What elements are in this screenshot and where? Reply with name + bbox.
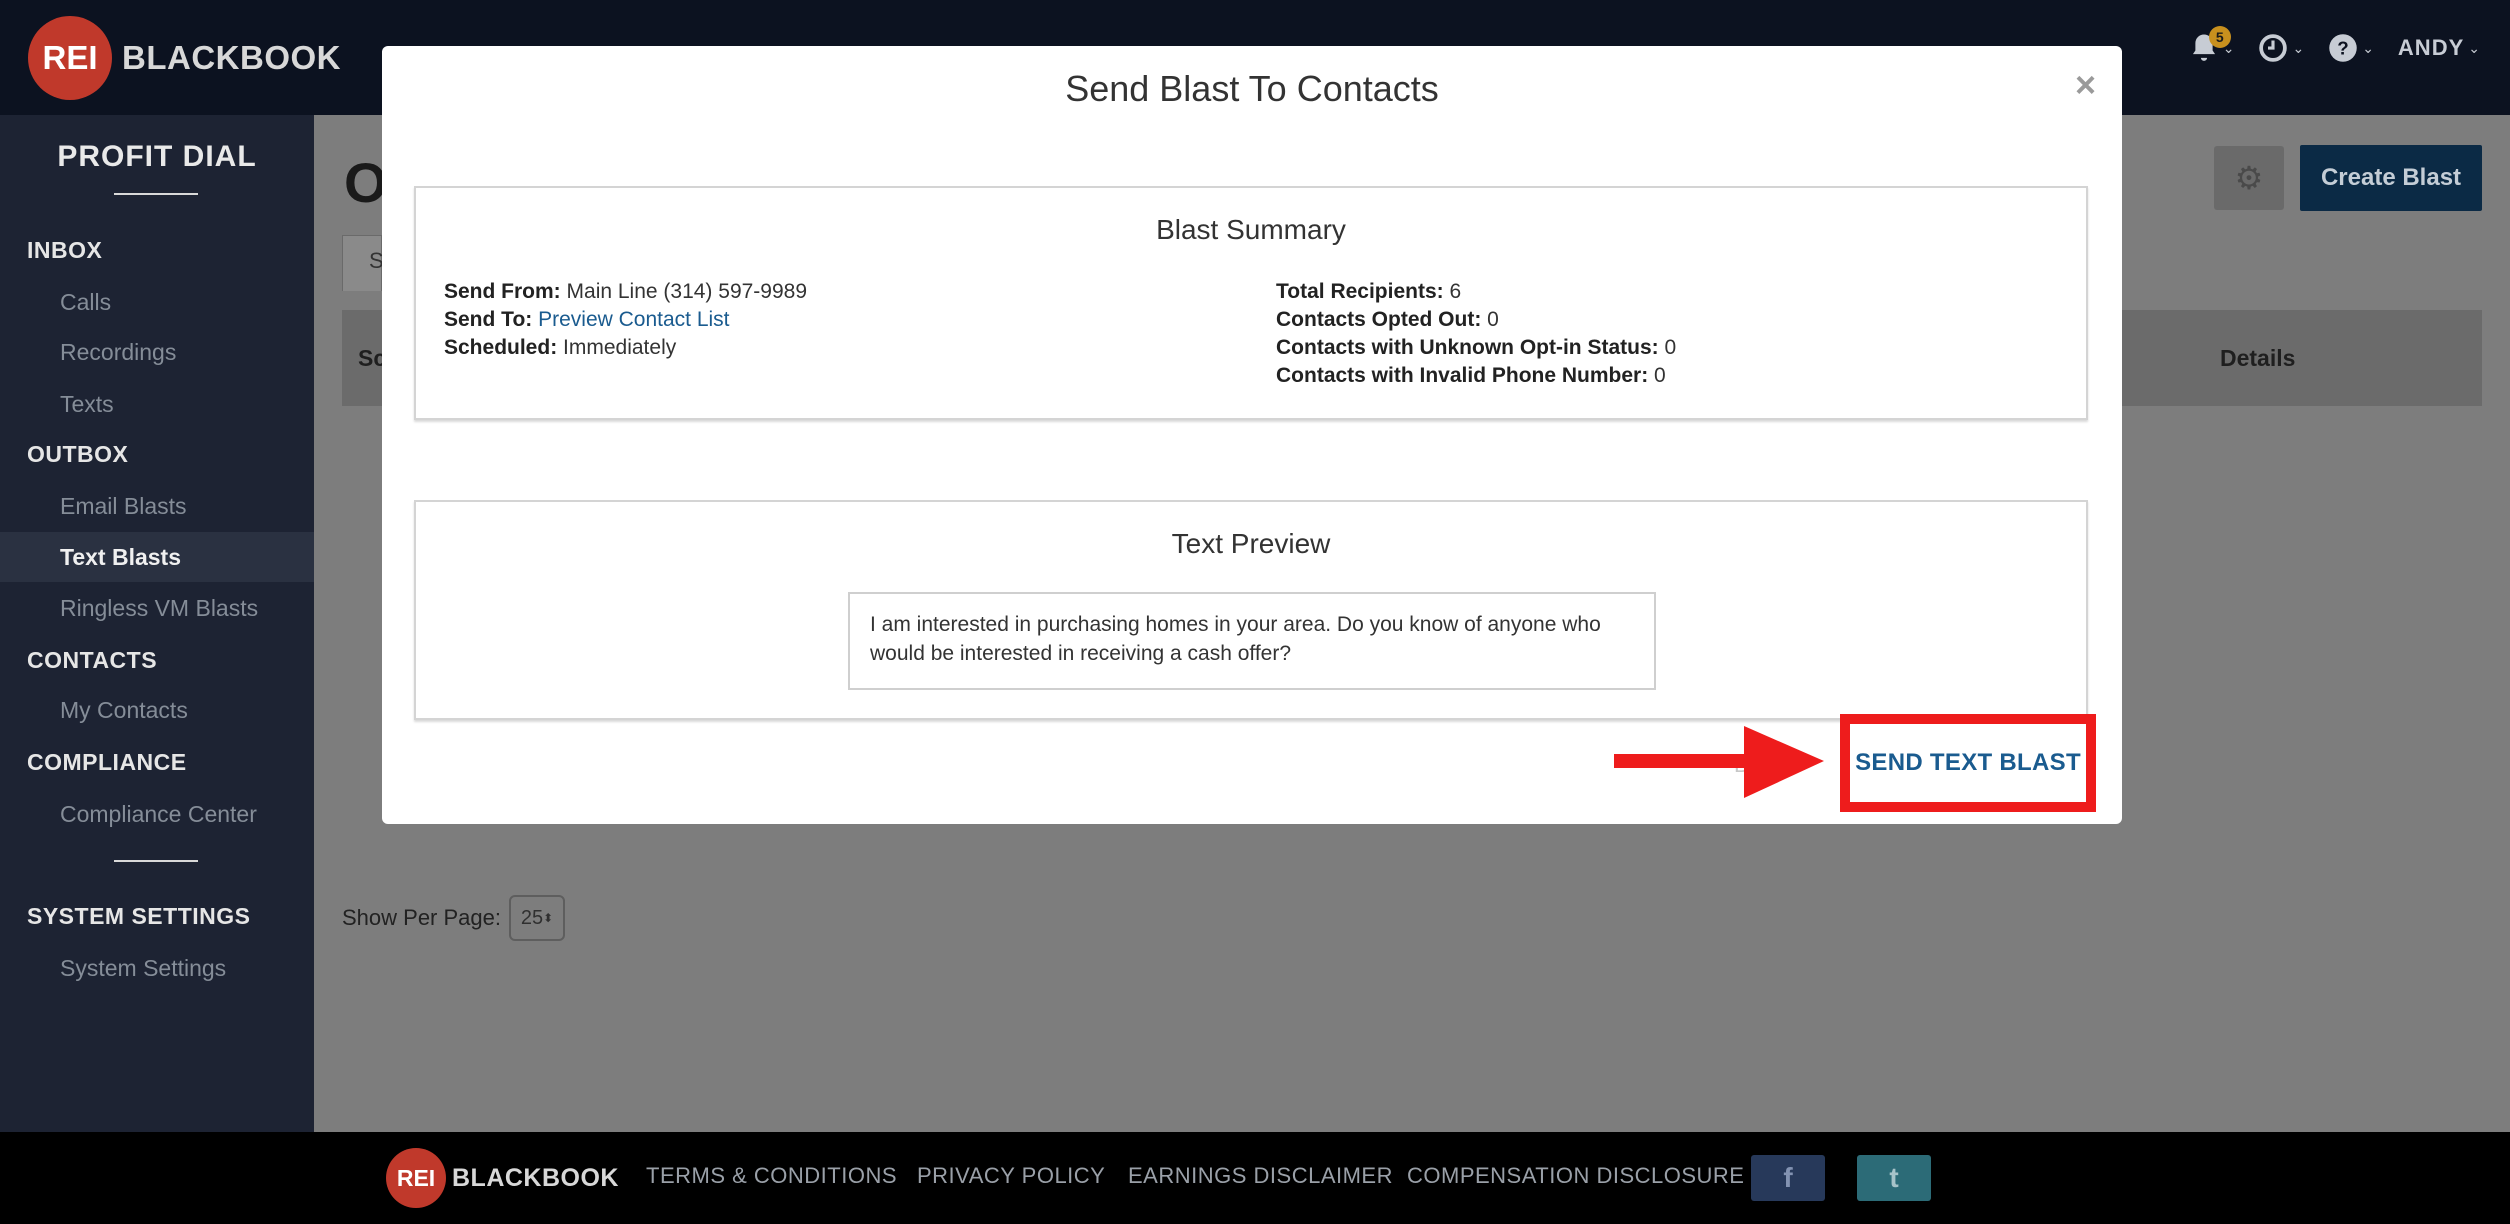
blast-summary-panel: Blast Summary Send From: Main Line (314)…: [414, 186, 2088, 420]
text-preview-message: I am interested in purchasing homes in y…: [848, 592, 1656, 690]
tab-scheduled[interactable]: S: [342, 235, 384, 291]
sidebar-title: PROFIT DIAL: [57, 140, 257, 173]
help-button[interactable]: ? ⌄: [2328, 33, 2374, 63]
facebook-button[interactable]: f: [1751, 1155, 1825, 1201]
notification-count-badge: 5: [2208, 26, 2231, 48]
invalid-phone-row: Contacts with Invalid Phone Number: 0: [1276, 362, 1676, 390]
send-to-label: Send To:: [444, 308, 533, 331]
sort-arrows-icon: ⬍: [543, 911, 554, 925]
sidebar-section-inbox: INBOX: [27, 237, 103, 263]
chevron-down-icon: ⌄: [2468, 39, 2480, 56]
opted-out-row: Contacts Opted Out: 0: [1276, 306, 1676, 334]
send-to-row: Send To: Preview Contact List: [444, 306, 807, 334]
logo-badge: REI: [386, 1148, 446, 1208]
twitter-icon: t: [1889, 1162, 1899, 1193]
scheduled-label: Scheduled:: [444, 336, 558, 359]
total-recipients-value: 6: [1449, 280, 1462, 303]
show-per-page-label: Show Per Page:: [342, 905, 501, 930]
invalid-phone-value: 0: [1654, 364, 1666, 387]
opted-out-label: Contacts Opted Out:: [1276, 308, 1482, 331]
sidebar-item-my-contacts[interactable]: My Contacts: [60, 697, 188, 724]
send-text-blast-button[interactable]: SEND TEXT BLAST: [1855, 749, 2081, 777]
sidebar-item-ringless-vm-blasts[interactable]: Ringless VM Blasts: [60, 595, 258, 622]
summary-right: Total Recipients: 6 Contacts Opted Out: …: [1276, 278, 1676, 390]
pagination-control: Show Per Page: 25 ⬍: [342, 895, 565, 941]
sidebar-item-system-settings[interactable]: System Settings: [60, 955, 226, 982]
sidebar-item-texts[interactable]: Texts: [60, 391, 114, 418]
sidebar-item-email-blasts[interactable]: Email Blasts: [60, 493, 187, 520]
sidebar-item-recordings[interactable]: Recordings: [60, 339, 176, 366]
text-preview-panel: Text Preview I am interested in purchasi…: [414, 500, 2088, 720]
sidebar-divider: [114, 860, 198, 862]
sidebar-item-compliance-center[interactable]: Compliance Center: [60, 801, 257, 828]
per-page-select[interactable]: 25 ⬍: [508, 895, 565, 941]
sidebar-item-calls[interactable]: Calls: [60, 289, 111, 316]
per-page-value: 25: [520, 906, 544, 929]
footer-link-privacy[interactable]: PRIVACY POLICY: [917, 1163, 1105, 1189]
create-blast-button[interactable]: Create Blast: [2300, 145, 2482, 211]
sidebar-divider: [114, 193, 198, 195]
logo-wordmark: BLACKBOOK: [452, 1163, 619, 1192]
invalid-phone-label: Contacts with Invalid Phone Number:: [1276, 364, 1649, 387]
twitter-button[interactable]: t: [1857, 1155, 1931, 1201]
help-icon: ?: [2329, 34, 2357, 62]
modal-title: Send Blast To Contacts: [1065, 68, 1439, 109]
sidebar-section-outbox: OUTBOX: [27, 441, 129, 467]
send-blast-modal: Send Blast To Contacts × Blast Summary S…: [382, 46, 2122, 824]
send-from-row: Send From: Main Line (314) 597-9989: [444, 278, 807, 306]
user-menu[interactable]: ANDY ⌄: [2398, 35, 2480, 61]
unknown-optin-label: Contacts with Unknown Opt-in Status:: [1276, 336, 1659, 359]
scheduled-value: Immediately: [563, 336, 677, 359]
arrow-right-icon: [1614, 726, 1824, 798]
sidebar-section-system-settings: SYSTEM SETTINGS: [27, 903, 251, 929]
blast-summary-title: Blast Summary: [1156, 214, 1346, 245]
table-header-details: Details: [2220, 345, 2296, 371]
notifications-button[interactable]: 5 ⌄: [2189, 26, 2234, 64]
text-preview-title: Text Preview: [1171, 528, 1331, 559]
total-recipients-label: Total Recipients:: [1276, 280, 1444, 303]
send-from-value: Main Line (314) 597-9989: [566, 280, 808, 303]
unknown-optin-value: 0: [1664, 336, 1677, 359]
footer-link-compensation[interactable]: COMPENSATION DISCLOSURE: [1407, 1163, 1744, 1189]
preview-contact-list-link[interactable]: Preview Contact List: [538, 308, 729, 331]
svg-text:?: ?: [2337, 37, 2348, 58]
footer-logo[interactable]: REI BLACKBOOK: [386, 1148, 619, 1208]
summary-left: Send From: Main Line (314) 597-9989 Send…: [444, 278, 807, 362]
gear-icon: ⚙: [2234, 160, 2264, 196]
logo-wordmark: BLACKBOOK: [122, 39, 341, 76]
history-button[interactable]: ⌄: [2258, 33, 2304, 63]
scheduled-row: Scheduled: Immediately: [444, 334, 807, 362]
logo-badge: REI: [28, 16, 112, 100]
opted-out-value: 0: [1487, 308, 1499, 331]
unknown-optin-row: Contacts with Unknown Opt-in Status: 0: [1276, 334, 1676, 362]
footer-link-earnings[interactable]: EARNINGS DISCLAIMER: [1128, 1163, 1393, 1189]
facebook-icon: f: [1783, 1162, 1793, 1193]
footer-link-terms[interactable]: TERMS & CONDITIONS: [646, 1163, 897, 1189]
sidebar-item-text-blasts[interactable]: Text Blasts: [0, 532, 314, 582]
header-controls: 5 ⌄ ⌄ ? ⌄ ANDY ⌄: [2189, 26, 2480, 64]
user-name: ANDY: [2397, 35, 2465, 60]
sidebar-section-compliance: COMPLIANCE: [27, 749, 187, 775]
send-button-highlight: SEND TEXT BLAST: [1840, 714, 2096, 812]
close-icon[interactable]: ×: [2075, 64, 2096, 106]
sidebar-section-contacts: CONTACTS: [27, 647, 158, 673]
clock-icon: [2259, 34, 2288, 62]
chevron-down-icon: ⌄: [2292, 39, 2305, 56]
total-recipients-row: Total Recipients: 6: [1276, 278, 1676, 306]
brand-logo[interactable]: REI BLACKBOOK: [28, 16, 341, 100]
settings-button[interactable]: ⚙: [2214, 146, 2284, 210]
send-from-label: Send From:: [444, 280, 561, 303]
chevron-down-icon: ⌄: [2362, 39, 2374, 56]
